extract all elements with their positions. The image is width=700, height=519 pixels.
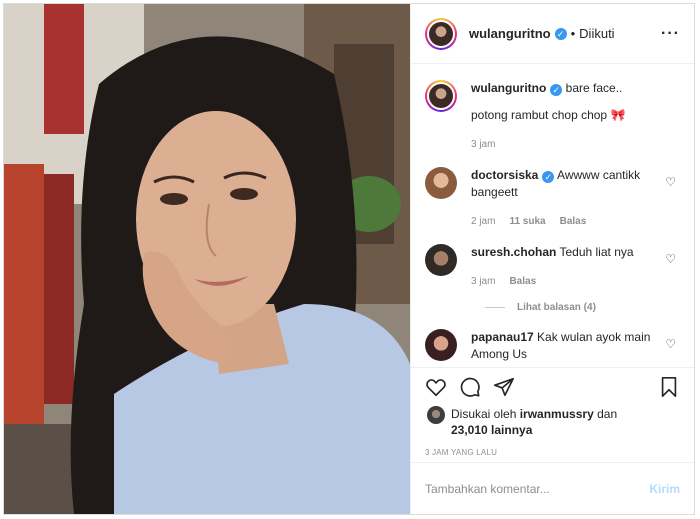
- comment-body: papanau17 Kak wulan ayok main Among Us: [471, 329, 657, 363]
- verified-badge-icon: ✓: [554, 27, 567, 40]
- likes-summary: Disukai oleh irwanmussry dan 23,010 lain…: [411, 406, 694, 438]
- comment-like-heart-icon[interactable]: ♡: [665, 337, 676, 351]
- view-replies-button[interactable]: Lihat balasan (4): [485, 302, 680, 313]
- more-options-icon[interactable]: ···: [661, 25, 680, 43]
- commenter-username[interactable]: suresh.chohan: [471, 245, 556, 259]
- comment-text: Teduh liat nya: [559, 245, 634, 259]
- liker-avatar[interactable]: [427, 406, 445, 424]
- caption-username[interactable]: wulanguritno: [471, 81, 546, 95]
- portrait-image: [4, 4, 410, 514]
- caption-body: wulanguritno ✓ bare face.. potong rambut …: [471, 80, 657, 153]
- commenter-username[interactable]: papanau17: [471, 330, 534, 344]
- likes-text: Disukai oleh irwanmussry dan 23,010 lain…: [451, 406, 617, 438]
- liker-username[interactable]: irwanmussry: [520, 407, 594, 421]
- add-comment-bar: Kirim: [411, 462, 694, 514]
- comment-input[interactable]: [425, 481, 650, 496]
- post-comment-button[interactable]: Kirim: [649, 482, 680, 496]
- caption-text-line2: potong rambut chop chop: [471, 108, 608, 122]
- caption: wulanguritno ✓ bare face.. potong rambut …: [425, 80, 680, 153]
- separator-dot: •: [570, 26, 576, 41]
- post-details-panel: wulanguritno ✓ • Diikuti ··· wulanguritn…: [410, 4, 694, 514]
- post-photo[interactable]: [4, 4, 410, 514]
- comments-list[interactable]: wulanguritno ✓ bare face.. potong rambut …: [411, 64, 694, 368]
- comment-body: suresh.chohan Teduh liat nya 3 jam Balas: [471, 244, 657, 290]
- post-timestamp[interactable]: 3 JAM YANG LALU: [411, 438, 694, 457]
- reply-button[interactable]: Balas: [560, 213, 587, 230]
- commenter-avatar[interactable]: [425, 329, 457, 361]
- comment-like-heart-icon[interactable]: ♡: [665, 175, 676, 189]
- comment-item: doctorsiska ✓ Awwww cantikk bangeett 2 ja…: [425, 167, 680, 230]
- post-dialog: wulanguritno ✓ • Diikuti ··· wulanguritn…: [3, 3, 695, 515]
- author-username[interactable]: wulanguritno: [469, 26, 551, 41]
- comment-item: suresh.chohan Teduh liat nya 3 jam Balas…: [425, 244, 680, 290]
- reply-button[interactable]: Balas: [509, 273, 536, 290]
- author-avatar[interactable]: [425, 17, 457, 50]
- heart-icon[interactable]: [425, 376, 447, 398]
- caption-time[interactable]: 3 jam: [471, 136, 495, 153]
- verified-badge-icon: ✓: [542, 171, 555, 183]
- view-replies-label: Lihat balasan (4): [517, 302, 596, 313]
- caption-text: bare face..: [565, 81, 623, 95]
- commenter-username[interactable]: doctorsiska: [471, 168, 538, 182]
- comment-body: doctorsiska ✓ Awwww cantikk bangeett 2 ja…: [471, 167, 657, 230]
- commenter-avatar[interactable]: [425, 167, 457, 199]
- verified-badge-icon: ✓: [550, 84, 563, 96]
- follow-status-button[interactable]: Diikuti: [579, 26, 614, 41]
- author-avatar[interactable]: [425, 80, 457, 112]
- likes-prefix: Disukai oleh: [451, 407, 517, 421]
- likes-others-link[interactable]: 23,010 lainnya: [451, 423, 532, 437]
- comment-item: papanau17 Kak wulan ayok main Among Us ♡: [425, 329, 680, 363]
- commenter-avatar[interactable]: [425, 244, 457, 276]
- bookmark-icon[interactable]: [658, 376, 680, 398]
- comment-time[interactable]: 3 jam: [471, 273, 495, 290]
- comment-icon[interactable]: [459, 376, 481, 398]
- action-bar: [411, 368, 694, 406]
- ribbon-emoji: 🎀: [610, 108, 626, 122]
- likes-conjunction: dan: [597, 407, 618, 421]
- share-icon[interactable]: [493, 376, 515, 398]
- post-header: wulanguritno ✓ • Diikuti ···: [411, 4, 694, 64]
- comment-time[interactable]: 2 jam: [471, 213, 495, 230]
- comment-like-heart-icon[interactable]: ♡: [665, 252, 676, 266]
- comment-likes[interactable]: 11 suka: [509, 213, 545, 230]
